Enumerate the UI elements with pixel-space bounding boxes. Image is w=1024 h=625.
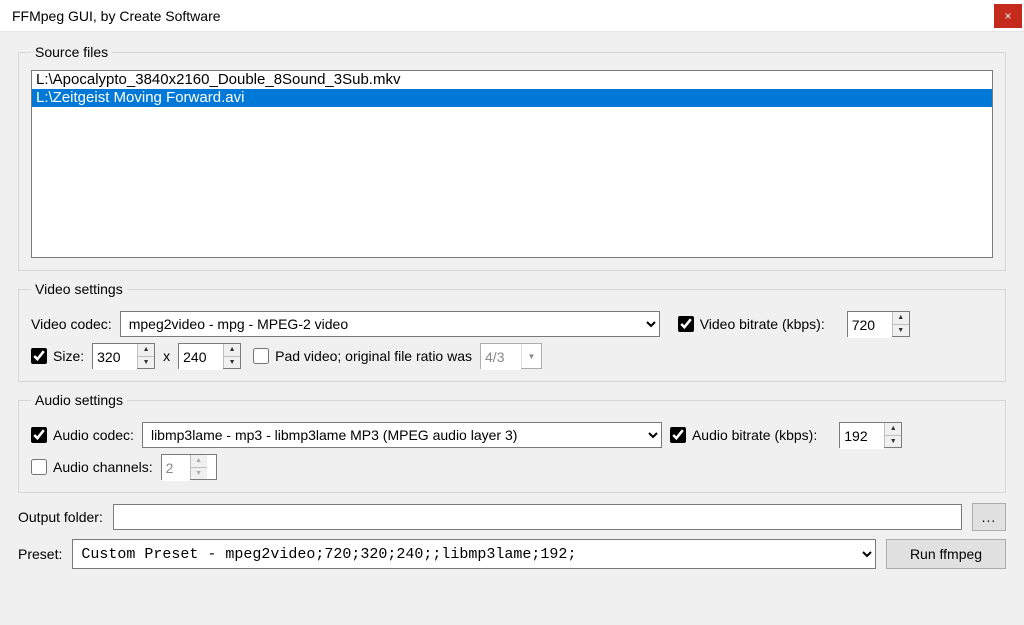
audio-bitrate-checkbox[interactable] — [670, 427, 686, 443]
size-separator: x — [163, 348, 170, 364]
audio-channels-input — [162, 455, 190, 481]
audio-codec-checkbox[interactable] — [31, 427, 47, 443]
aspect-ratio-combo[interactable]: ▼ — [480, 343, 542, 369]
spin-up-icon[interactable]: ▲ — [885, 423, 901, 436]
spinner-buttons: ▲ ▼ — [137, 344, 154, 368]
video-settings-legend: Video settings — [31, 281, 127, 297]
audio-channels-spinner[interactable]: ▲ ▼ — [161, 454, 217, 480]
browse-output-button[interactable]: ... — [972, 503, 1006, 531]
audio-codec-select[interactable]: libmp3lame - mp3 - libmp3lame MP3 (MPEG … — [142, 422, 662, 448]
spinner-buttons: ▲ ▼ — [190, 455, 207, 479]
video-size-label[interactable]: Size: — [53, 348, 84, 364]
titlebar: FFMpeg GUI, by Create Software × — [0, 0, 1024, 32]
run-ffmpeg-button[interactable]: Run ffmpeg — [886, 539, 1006, 569]
source-files-legend: Source files — [31, 44, 112, 60]
spin-up-icon[interactable]: ▲ — [224, 344, 240, 357]
spin-up-icon[interactable]: ▲ — [191, 455, 207, 468]
video-width-input[interactable] — [93, 344, 137, 370]
video-bitrate-spinner[interactable]: ▲ ▼ — [847, 311, 910, 337]
spinner-buttons: ▲ ▼ — [884, 423, 901, 447]
video-codec-label: Video codec: — [31, 316, 112, 332]
spinner-buttons: ▲ ▼ — [892, 312, 909, 336]
preset-label: Preset: — [18, 546, 62, 562]
video-width-spinner[interactable]: ▲ ▼ — [92, 343, 155, 369]
close-button[interactable]: × — [994, 4, 1022, 28]
video-bitrate-checkbox-wrap: Video bitrate (kbps): — [678, 316, 825, 332]
spin-down-icon[interactable]: ▼ — [893, 325, 909, 337]
video-height-input[interactable] — [179, 344, 223, 370]
source-files-group: Source files L:\Apocalypto_3840x2160_Dou… — [18, 44, 1006, 271]
file-item[interactable]: L:\Zeitgeist Moving Forward.avi — [32, 89, 992, 107]
source-files-list[interactable]: L:\Apocalypto_3840x2160_Double_8Sound_3S… — [31, 70, 993, 258]
spin-up-icon[interactable]: ▲ — [138, 344, 154, 357]
close-icon: × — [1004, 9, 1011, 23]
video-codec-select[interactable]: mpeg2video - mpg - MPEG-2 video — [120, 311, 660, 337]
spin-down-icon[interactable]: ▼ — [138, 357, 154, 369]
pad-video-checkbox[interactable] — [253, 348, 269, 364]
audio-bitrate-label[interactable]: Audio bitrate (kbps): — [692, 427, 817, 443]
audio-settings-group: Audio settings Audio codec: libmp3lame -… — [18, 392, 1006, 493]
file-item[interactable]: L:\Apocalypto_3840x2160_Double_8Sound_3S… — [32, 71, 992, 89]
audio-settings-legend: Audio settings — [31, 392, 127, 408]
audio-bitrate-spinner[interactable]: ▲ ▼ — [839, 422, 902, 448]
spin-down-icon[interactable]: ▼ — [885, 436, 901, 448]
spin-down-icon[interactable]: ▼ — [224, 357, 240, 369]
window-title: FFMpeg GUI, by Create Software — [12, 8, 221, 24]
preset-select[interactable]: Custom Preset - mpeg2video;720;320;240;;… — [72, 539, 876, 569]
output-folder-label: Output folder: — [18, 509, 103, 525]
video-size-checkbox[interactable] — [31, 348, 47, 364]
audio-channels-label[interactable]: Audio channels: — [53, 459, 153, 475]
video-bitrate-checkbox[interactable] — [678, 316, 694, 332]
output-folder-input[interactable] — [113, 504, 962, 530]
video-bitrate-input[interactable] — [848, 312, 892, 338]
spin-down-icon[interactable]: ▼ — [191, 468, 207, 480]
spinner-buttons: ▲ ▼ — [223, 344, 240, 368]
pad-video-label[interactable]: Pad video; original file ratio was — [275, 348, 472, 364]
spin-up-icon[interactable]: ▲ — [893, 312, 909, 325]
body: Source files L:\Apocalypto_3840x2160_Dou… — [0, 32, 1024, 581]
audio-codec-label[interactable]: Audio codec: — [53, 427, 134, 443]
video-settings-group: Video settings Video codec: mpeg2video -… — [18, 281, 1006, 382]
video-height-spinner[interactable]: ▲ ▼ — [178, 343, 241, 369]
video-bitrate-label[interactable]: Video bitrate (kbps): — [700, 316, 825, 332]
chevron-down-icon[interactable]: ▼ — [521, 344, 541, 368]
audio-channels-checkbox[interactable] — [31, 459, 47, 475]
aspect-ratio-input — [481, 344, 521, 370]
audio-bitrate-input[interactable] — [840, 423, 884, 449]
